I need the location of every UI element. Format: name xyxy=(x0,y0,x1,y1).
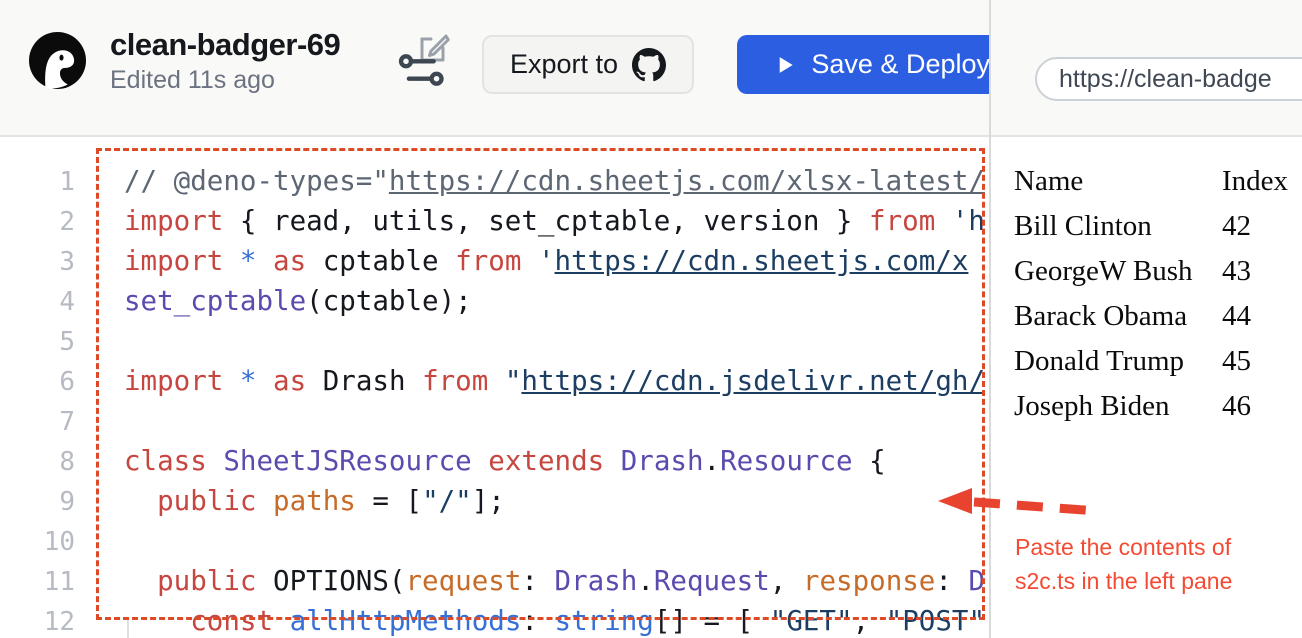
save-button-label: Save & Deploy xyxy=(811,49,990,80)
cell-index: 43 xyxy=(1222,249,1288,294)
line-number: 9 xyxy=(0,482,75,522)
line-number: 4 xyxy=(0,282,75,322)
cell-name: Barack Obama xyxy=(1014,294,1222,339)
code-line: 12 const allHttpMethods: string[] = [ "G… xyxy=(0,601,989,638)
cell-name: Joseph Biden xyxy=(1014,384,1222,429)
line-number: 3 xyxy=(0,242,75,282)
export-to-github-button[interactable]: Export to xyxy=(482,35,694,94)
code-line: 4set_cptable(cptable); xyxy=(0,281,989,321)
code-line: 10 xyxy=(0,521,989,561)
table-row: GeorgeW Bush43 xyxy=(1014,249,1288,294)
cell-index: 46 xyxy=(1222,384,1288,429)
cell-name: GeorgeW Bush xyxy=(1014,249,1222,294)
line-number: 2 xyxy=(0,202,75,242)
project-title-block: clean-badger-69 Edited 11s ago xyxy=(110,27,340,95)
annotation-line-1: Paste the contents of xyxy=(1015,530,1232,564)
cell-name: Bill Clinton xyxy=(1014,204,1222,249)
cell-index: 42 xyxy=(1222,204,1288,249)
cell-index: 44 xyxy=(1222,294,1288,339)
annotation-line-2: s2c.ts in the left pane xyxy=(1015,564,1232,598)
cell-index: 45 xyxy=(1222,339,1288,384)
line-number: 10 xyxy=(0,522,75,562)
line-number: 8 xyxy=(0,442,75,482)
code-line: 1// @deno-types="https://cdn.sheetjs.com… xyxy=(0,161,989,201)
line-number: 12 xyxy=(0,602,75,638)
code-line: 3import * as cptable from 'https://cdn.s… xyxy=(0,241,989,281)
line-number: 7 xyxy=(0,402,75,442)
table-header-name: Name xyxy=(1014,159,1222,204)
github-icon xyxy=(632,48,666,82)
code-line: 5 xyxy=(0,321,989,361)
code-line: 6import * as Drash from "https://cdn.jsd… xyxy=(0,361,989,401)
workflow-icon[interactable] xyxy=(398,54,446,86)
line-number: 6 xyxy=(0,362,75,402)
code-line: 9 public paths = ["/"]; xyxy=(0,481,989,521)
table-row: Joseph Biden46 xyxy=(1014,384,1288,429)
deno-logo xyxy=(29,32,86,89)
line-number: 1 xyxy=(0,162,75,202)
table-header-index: Index xyxy=(1222,159,1288,204)
table-header-row: Name Index xyxy=(1014,159,1288,204)
save-deploy-button[interactable]: Save & Deploy xyxy=(737,35,990,94)
table-row: Barack Obama44 xyxy=(1014,294,1288,339)
line-number: 11 xyxy=(0,562,75,602)
table-row: Donald Trump45 xyxy=(1014,339,1288,384)
code-line: 7 xyxy=(0,401,989,441)
line-number: 5 xyxy=(0,322,75,362)
code-line: 11 public OPTIONS(request: Drash.Request… xyxy=(0,561,989,601)
export-button-label: Export to xyxy=(510,49,618,80)
page-title: clean-badger-69 xyxy=(110,27,340,63)
edited-timestamp: Edited 11s ago xyxy=(110,66,340,95)
table-row: Bill Clinton42 xyxy=(1014,204,1288,249)
code-line: 2import { read, utils, set_cptable, vers… xyxy=(0,201,989,241)
code-lines: 1// @deno-types="https://cdn.sheetjs.com… xyxy=(0,161,989,638)
deployment-url-input[interactable] xyxy=(1035,57,1302,101)
annotation-note: Paste the contents of s2c.ts in the left… xyxy=(1015,530,1232,598)
header-bar: clean-badger-69 Edited 11s ago Export to xyxy=(0,0,1302,137)
project-edit-controls[interactable] xyxy=(398,30,452,86)
playground-page: clean-badger-69 Edited 11s ago Export to xyxy=(0,0,1302,638)
presidents-table: Name Index Bill Clinton42GeorgeW Bush43B… xyxy=(1014,159,1288,429)
code-line: 8class SheetJSResource extends Drash.Res… xyxy=(0,441,989,481)
play-icon xyxy=(779,52,793,78)
code-editor[interactable]: 1// @deno-types="https://cdn.sheetjs.com… xyxy=(0,139,989,638)
cell-name: Donald Trump xyxy=(1014,339,1222,384)
